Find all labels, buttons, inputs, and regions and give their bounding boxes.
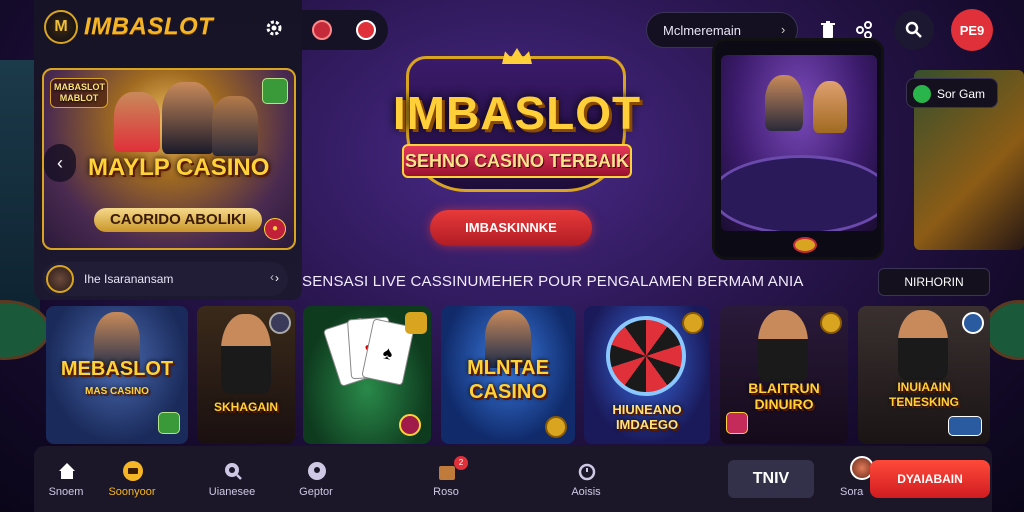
game-badge-icon (158, 412, 180, 434)
hero-promo-card[interactable]: MABASLOT MABLOT MAYLP CASINO CAORIDO ABO… (42, 68, 296, 250)
chevron-right-icon: › (781, 22, 786, 37)
background-table-right (984, 300, 1024, 360)
game-card[interactable]: SKHAGAIN (197, 306, 295, 444)
logo-badge: M (44, 10, 78, 44)
top-quick-actions (302, 10, 388, 50)
crown-icon (502, 48, 532, 64)
nav-item-slots[interactable]: Soonyoor (102, 446, 162, 512)
search-button[interactable] (894, 10, 934, 50)
avatar-label: Sora (840, 486, 864, 498)
game-card[interactable]: MEBASLOT MAS CASINO (46, 306, 188, 444)
side-pill-button[interactable]: Sor Gam (906, 78, 998, 108)
nav-label: Geptor (299, 486, 333, 498)
promo-icon[interactable] (306, 14, 338, 46)
game-card-title: SKHAGAIN (213, 400, 278, 414)
power-icon[interactable] (350, 14, 382, 46)
profile-button[interactable]: PE9 (951, 9, 993, 51)
nav-item-gift[interactable]: 2 Roso (416, 446, 476, 512)
host-figure (758, 310, 808, 382)
status-dot-icon (913, 85, 931, 103)
search-icon (905, 21, 922, 38)
nav-item-location[interactable]: Geptor (286, 446, 346, 512)
avatar (46, 265, 74, 293)
game-card-title: BLAITRUN DINUIRO (748, 380, 820, 412)
left-panel: M IMBASLOT MABASLOT MABLOT MAYLP CASINO … (34, 0, 302, 300)
search-icon (222, 460, 244, 482)
game-card[interactable]: INUIAAIN TENESKING (858, 306, 990, 444)
main-banner-logo: IMBASLOT SEHNO CASINO TERBAIK (374, 48, 660, 195)
hero-mini-logo: MABASLOT MABLOT (50, 78, 108, 108)
game-card[interactable]: ♥ ♠ (303, 306, 431, 444)
game-card[interactable]: MLNTAE CASINO (441, 306, 575, 444)
nav-item-home[interactable]: Snoem (36, 446, 96, 512)
banner-cta-button[interactable]: IMBASKINNKE (430, 210, 592, 246)
banner-ribbon: SEHNO CASINO TERBAIK (402, 144, 632, 178)
game-card-title: HIUNEANO IMDAEGO (612, 402, 682, 432)
game-card-title: MEBASLOT (60, 358, 174, 380)
chevron-right-icon[interactable]: › (275, 271, 279, 285)
game-badge-icon (405, 312, 427, 334)
host-figure (898, 310, 948, 380)
home-icon (56, 460, 78, 482)
hero-title: MAYLP CASINO (88, 154, 270, 181)
register-button[interactable]: DYAIABAIN (870, 460, 990, 498)
game-badge-icon (962, 312, 984, 334)
game-card-title: INUIAAIN TENESKING (888, 380, 959, 409)
host-figure (813, 81, 847, 133)
roulette-table (721, 155, 877, 231)
tagline: SENSASI LIVE CASSINUMEHER POUR PENGALAME… (302, 273, 804, 290)
game-badge-icon (399, 414, 421, 436)
hero-badge-red: ● (264, 218, 286, 240)
host-figure (765, 75, 803, 131)
chevron-left-icon[interactable]: ‹ (270, 270, 274, 284)
tv-button[interactable]: TNIV (728, 460, 814, 498)
background-table-left (0, 300, 50, 360)
roulette-wheel-icon (606, 316, 686, 396)
host-figure (162, 82, 214, 154)
gear-icon[interactable] (262, 16, 286, 40)
side-pill-label: Sor Gam (937, 87, 986, 101)
tag-pill-button[interactable]: NIRHORIN (878, 268, 990, 296)
game-card-title: MLNTAE CASINO (467, 357, 549, 403)
nav-label: Uianesee (208, 486, 256, 498)
nav-label: Soonyoor (108, 486, 156, 498)
nav-label: Roso (433, 486, 459, 498)
tablet-preview (712, 38, 884, 260)
hero-badge-green (262, 78, 288, 104)
hero-subtitle: CAORIDO ABOLIKI (94, 208, 262, 232)
game-badge-icon (820, 312, 842, 334)
location-icon (306, 460, 328, 482)
game-badge-icon (726, 412, 748, 434)
carousel-prev-button[interactable]: ‹ (44, 144, 76, 182)
app-header: M IMBASLOT (34, 0, 302, 56)
host-figure (221, 314, 271, 394)
account-selector-label: Mclmeremain (663, 23, 742, 38)
provider-selector[interactable]: Ihe Isaranansam ‹ (42, 262, 288, 296)
chip-icon (793, 237, 817, 253)
slot-icon (122, 460, 144, 482)
game-badge-icon (682, 312, 704, 334)
game-card-subtitle: MAS CASINO (85, 386, 149, 397)
game-badge-icon (269, 312, 291, 334)
logo-text[interactable]: IMBASLOT (84, 13, 213, 41)
banner-title: IMBASLOT (392, 87, 642, 139)
game-badge-icon (545, 416, 567, 438)
nav-item-alarm[interactable]: Aoisis (556, 446, 616, 512)
notification-badge: 2 (454, 456, 468, 470)
host-figure (114, 92, 160, 152)
bottom-navigation: Snoem Soonyoor Uianesee Geptor 2 Roso Ao… (34, 446, 992, 512)
host-figure (212, 96, 258, 156)
game-card[interactable]: HIUNEANO IMDAEGO (584, 306, 710, 444)
game-badge-icon (948, 416, 982, 436)
provider-name: Ihe Isaranansam (84, 272, 174, 286)
tablet-screen (721, 55, 877, 231)
nav-label: Aoisis (571, 486, 601, 498)
nav-item-search[interactable]: Uianesee (202, 446, 262, 512)
game-card[interactable]: BLAITRUN DINUIRO (720, 306, 848, 444)
alarm-icon (576, 460, 598, 482)
